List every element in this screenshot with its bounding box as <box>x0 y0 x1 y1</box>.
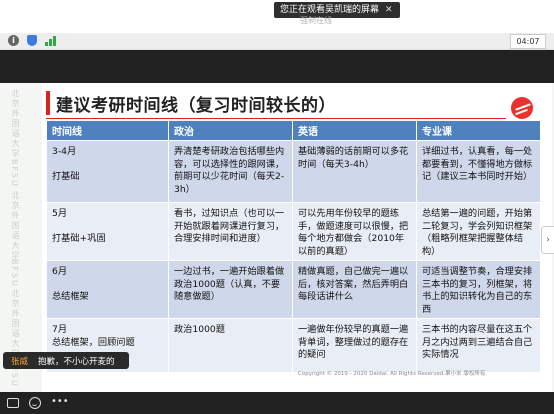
faint-title: 强制在线 <box>300 16 332 25</box>
politics-cell: 一边过书，一遍开始跟着做政治1000题（认真，不要随意做题） <box>168 260 293 319</box>
timeline-spacer <box>52 279 163 292</box>
table-row: 6月 总结框架 一边过书，一遍开始跟着做政治1000题（认真，不要随意做题） 精… <box>46 260 541 319</box>
timeline-phase: 总结框架 <box>52 291 89 302</box>
politics-cell: 政治1000题 <box>168 318 293 373</box>
chat-sender: 张威 <box>11 356 29 367</box>
video-dark-band <box>0 50 554 83</box>
bottom-bar <box>0 392 554 414</box>
header-timeline: 时间线 <box>46 120 169 141</box>
chat-text: 抱歉，不小心开麦的 <box>38 356 115 367</box>
major-cell: 总结第一遍的问题，开始第二轮复习，学会列知识框架（粗略列框架把握整体结构） <box>416 202 541 261</box>
timeline-phase: 总结框架，回顾问题 <box>52 336 135 348</box>
timeline-spacer <box>52 221 163 234</box>
copyright-text: Copyright © 2019 - 2020 Daidai. All Righ… <box>298 371 486 377</box>
slide-handle-icon[interactable]: › <box>541 226 554 254</box>
emoji-icon[interactable] <box>29 397 41 409</box>
watermark-text: 北京外国语大学 <box>11 89 20 159</box>
table-row: 5月 打基础+巩固 看书，过知识点（也可以一开始就跟着网课进行复习，合理安排时间… <box>46 202 541 261</box>
header-major: 专业课 <box>416 120 541 141</box>
shield-icon[interactable] <box>27 35 37 46</box>
timeline-cell: 6月 总结框架 <box>46 260 169 319</box>
screen-share-banner: 您正在观看吴凯瑞的屏幕 ✕ <box>274 2 400 18</box>
info-icon[interactable]: i <box>8 35 19 46</box>
top-area: 您正在观看吴凯瑞的屏幕 ✕ 强制在线 <box>0 0 554 33</box>
watermark-text: 北京外国语大学 <box>11 289 20 359</box>
slide-title: 建议考研时间线（复习时间较长的） <box>56 96 336 116</box>
title-rule <box>46 118 506 119</box>
english-cell: 可以先用年份较早的题练手，做题速度可以很慢，把每个地方都做会（2010年以前的真… <box>292 202 417 261</box>
watermark-strip: 北京外国语大学 BFSU 北京外国语大学 BFSU 北京外国语大学 BFSU <box>2 83 42 392</box>
shared-slide: 北京外国语大学 BFSU 北京外国语大学 BFSU 北京外国语大学 BFSU 建… <box>2 83 552 392</box>
timeline-month: 6月 <box>52 266 68 277</box>
english-cell: 基础薄弱的话前期可以多花时间（每天3-4h） <box>292 140 417 203</box>
major-cell: 三本书的内容尽量在这五个月之内过两到三遍结合自己实际情况 <box>416 318 541 373</box>
english-cell: 一遍做年份较早的真题一遍背单词，整理做过的题存在的疑问 <box>292 318 417 373</box>
more-icon[interactable]: ••• <box>51 397 69 409</box>
timeline-cell: 3-4月 打基础 <box>46 140 169 203</box>
toolbar: i 04:07 <box>0 33 554 50</box>
chat-message: 张威 抱歉，不小心开麦的 <box>3 352 129 369</box>
politics-cell: 弄清楚考研政治包括哪些内容，可以选择性的跟网课，前期可以少花时间（每天2-3h） <box>168 140 293 203</box>
watermark-text: 北京外国语大学 <box>11 191 20 261</box>
title-accent-bar <box>46 91 50 115</box>
watermark-text: BFSU <box>10 159 19 188</box>
major-cell: 详细过书，认真看，每一处都要看到，不懂得地方做标记（建议三本书同时开始） <box>416 140 541 203</box>
signal-icon[interactable] <box>45 36 57 46</box>
table-header-row: 时间线 政治 英语 专业课 <box>46 120 541 141</box>
timeline-table: 时间线 政治 英语 专业课 3-4月 打基础 弄清楚考研政治包括哪些内容，可以选… <box>46 120 541 373</box>
keyboard-icon[interactable] <box>7 398 19 408</box>
header-english: 英语 <box>292 120 417 141</box>
timeline-month: 5月 <box>52 208 68 219</box>
timeline-phase: 打基础 <box>52 171 80 182</box>
meeting-timer: 04:07 <box>510 34 546 49</box>
timeline-month: 7月 <box>52 324 68 335</box>
timeline-spacer <box>52 159 163 172</box>
brand-logo-icon <box>511 97 533 119</box>
timeline-cell: 5月 打基础+巩固 <box>46 202 169 261</box>
english-cell: 精做真题，自己做完一遍以后，核对答案，然后弄明白每段话讲什么 <box>292 260 417 319</box>
header-politics: 政治 <box>168 120 293 141</box>
timeline-phase: 打基础+巩固 <box>52 233 106 244</box>
politics-cell: 看书，过知识点（也可以一开始就跟着网课进行复习，合理安排时间和进度） <box>168 202 293 261</box>
timeline-month: 3-4月 <box>52 146 77 157</box>
close-share-icon[interactable]: ✕ <box>385 2 393 18</box>
major-cell: 可适当调整节奏，合理安排三本书的复习，列框架，将书上的知识转化为自己的东西 <box>416 260 541 319</box>
watermark-text: BFSU <box>10 259 19 288</box>
table-row: 3-4月 打基础 弄清楚考研政治包括哪些内容，可以选择性的跟网课，前期可以少花时… <box>46 140 541 203</box>
